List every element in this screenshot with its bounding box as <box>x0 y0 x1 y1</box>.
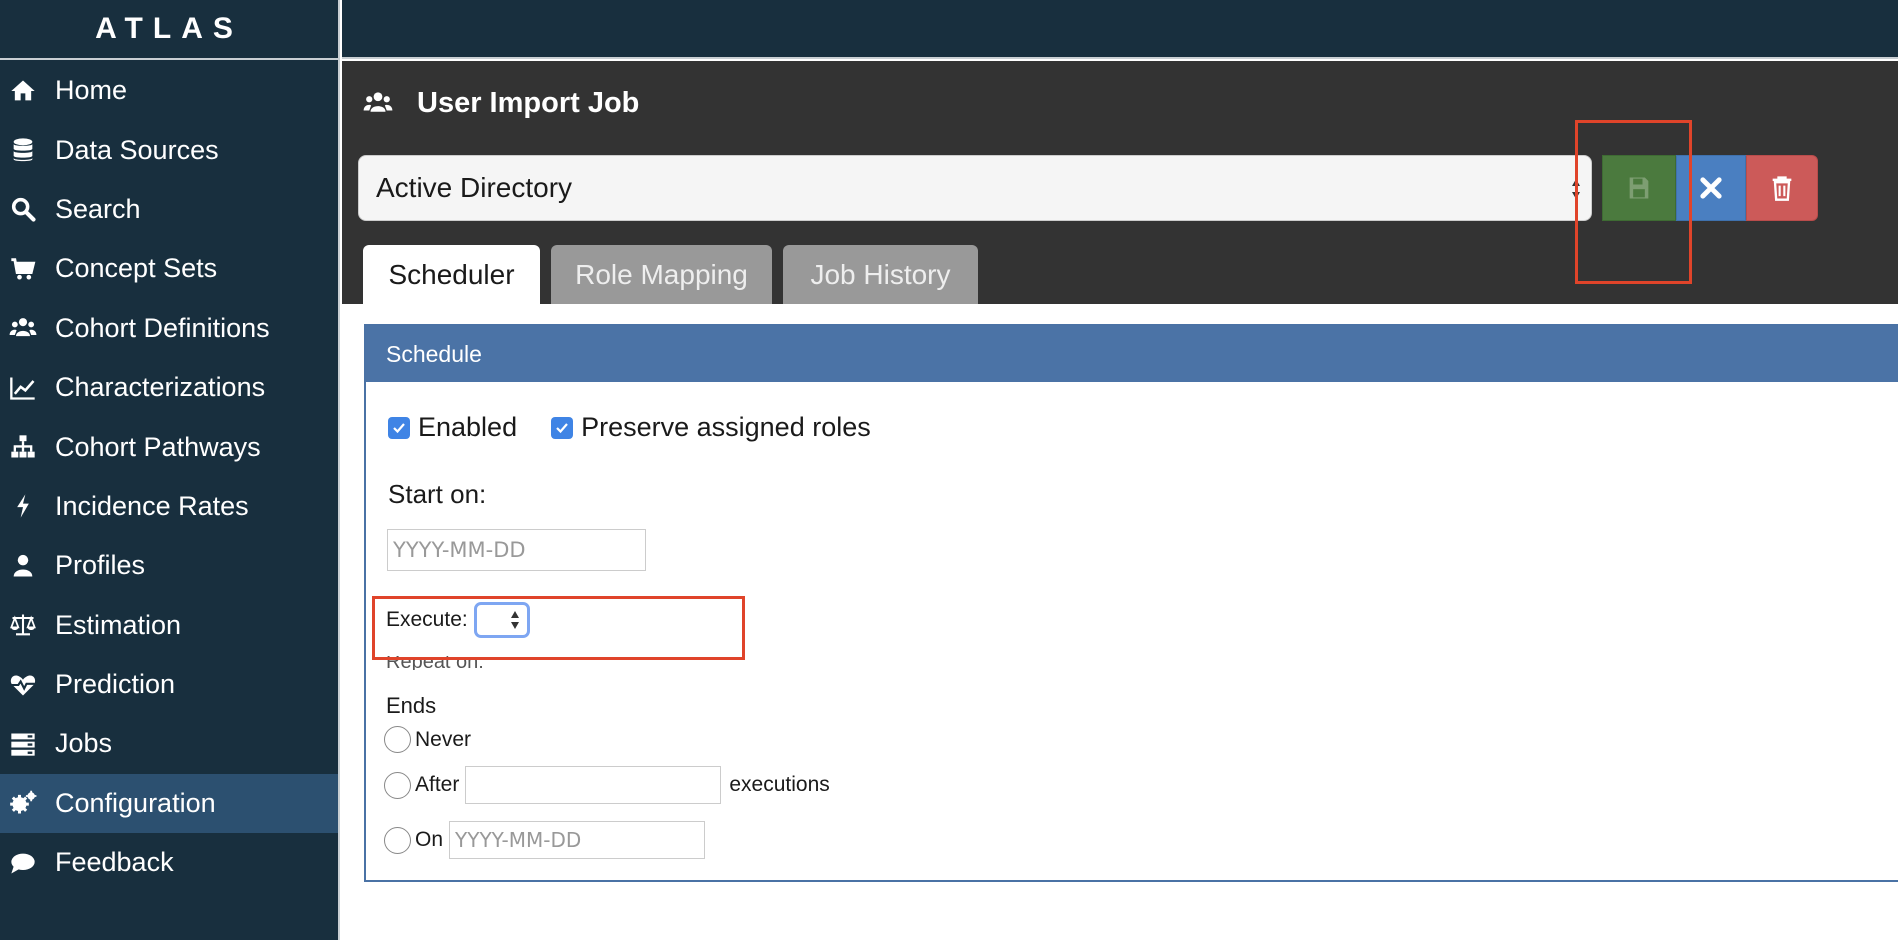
sidebar-item-label: Cohort Pathways <box>55 431 261 462</box>
ends-on-row: On YYYY-MM-DD <box>384 821 706 859</box>
top-bar <box>342 0 1898 59</box>
trash-icon <box>1772 176 1792 201</box>
execute-row: Execute: <box>386 602 530 638</box>
close-icon <box>1700 177 1722 199</box>
ends-label: Ends <box>386 693 437 718</box>
start-date-input[interactable]: YYYY-MM-DD <box>387 529 646 571</box>
execute-frequency-select[interactable] <box>473 602 530 638</box>
sidebar-item-label: Data Sources <box>55 134 219 165</box>
execute-label: Execute: <box>386 608 468 631</box>
sidebar-item-feedback[interactable]: Feedback <box>0 833 338 892</box>
provider-select[interactable]: Active Directory <box>358 155 1592 221</box>
server-icon <box>8 730 38 758</box>
sidebar-item-label: Feedback <box>55 847 174 878</box>
check-icon <box>393 422 405 433</box>
executions-label: executions <box>729 773 830 796</box>
end-date-placeholder: YYYY-MM-DD <box>455 828 582 852</box>
sitemap-icon <box>8 433 38 461</box>
cart-icon <box>8 255 38 283</box>
sidebar-item-data-sources[interactable]: Data Sources <box>0 120 338 179</box>
page-header: User Import Job Active Directory Schedul… <box>342 61 1898 304</box>
sidebar-item-characterizations[interactable]: Characterizations <box>0 358 338 417</box>
sidebar-item-label: Concept Sets <box>55 253 218 284</box>
users-icon <box>363 92 393 112</box>
home-icon <box>8 77 38 105</box>
sidebar: ATLAS Home Data Sources Search Concept S… <box>0 0 340 940</box>
ends-on-label: On <box>415 828 444 851</box>
comment-icon <box>8 849 38 877</box>
sidebar-item-configuration[interactable]: Configuration <box>0 773 338 834</box>
panel-heading: Schedule <box>366 326 1898 382</box>
page-title: User Import Job <box>362 83 639 123</box>
sidebar-item-cohort-pathways[interactable]: Cohort Pathways <box>0 417 338 476</box>
schedule-panel: Schedule Enabled Preserve assigned roles… <box>364 324 1898 882</box>
start-date-placeholder: YYYY-MM-DD <box>393 538 526 562</box>
sidebar-item-label: Jobs <box>55 728 113 759</box>
sidebar-item-label: Cohort Definitions <box>55 312 270 343</box>
sidebar-item-label: Search <box>55 193 141 224</box>
save-button[interactable] <box>1602 155 1676 221</box>
ends-after-row: After executions <box>384 766 830 804</box>
sidebar-nav: Home Data Sources Search Concept Sets Co… <box>0 61 338 892</box>
repeat-on-label: Repeat on: <box>386 656 484 670</box>
end-date-input[interactable]: YYYY-MM-DD <box>449 821 706 859</box>
ends-never-label: Never <box>415 727 472 751</box>
search-icon <box>8 195 38 223</box>
sidebar-item-incidence-rates[interactable]: Incidence Rates <box>0 477 338 536</box>
repeat-on-text: Repeat on: <box>386 656 484 670</box>
start-on-label: Start on: <box>388 479 487 509</box>
ends-after-radio[interactable] <box>384 771 411 799</box>
sidebar-item-concept-sets[interactable]: Concept Sets <box>0 239 338 298</box>
tab-role-mapping[interactable]: Role Mapping <box>551 245 772 304</box>
sidebar-item-label: Characterizations <box>55 372 266 403</box>
delete-button[interactable] <box>1746 155 1818 221</box>
database-icon <box>8 136 38 164</box>
page-title-text: User Import Job <box>417 86 640 119</box>
sidebar-item-jobs[interactable]: Jobs <box>0 714 338 773</box>
sidebar-item-profiles[interactable]: Profiles <box>0 536 338 595</box>
sidebar-item-label: Profiles <box>55 550 146 581</box>
preserve-roles-label: Preserve assigned roles <box>581 412 871 442</box>
user-icon <box>8 552 38 580</box>
sidebar-item-prediction[interactable]: Prediction <box>0 655 338 714</box>
ends-never-row: Never <box>384 726 471 753</box>
sidebar-item-label: Estimation <box>55 609 182 640</box>
atlas-app: ATLAS Home Data Sources Search Concept S… <box>0 0 1898 940</box>
cogs-icon <box>8 789 38 817</box>
tab-job-history[interactable]: Job History <box>783 245 978 304</box>
provider-select-value: Active Directory <box>376 172 573 203</box>
sidebar-item-estimation[interactable]: Estimation <box>0 596 338 655</box>
ends-never-radio[interactable] <box>384 726 411 753</box>
executions-count-input[interactable] <box>465 766 722 804</box>
enabled-checkbox[interactable] <box>388 416 410 439</box>
sidebar-item-label: Configuration <box>55 787 216 818</box>
ends-after-label: After <box>415 773 460 796</box>
check-icon <box>556 422 568 433</box>
bolt-icon <box>8 492 38 520</box>
sidebar-item-search[interactable]: Search <box>0 180 338 239</box>
floppy-disk-icon <box>1629 177 1649 199</box>
line-chart-icon <box>8 374 38 402</box>
sidebar-item-label: Incidence Rates <box>55 490 249 521</box>
tab-scheduler[interactable]: Scheduler <box>363 245 540 304</box>
balance-scale-icon <box>8 611 38 639</box>
enabled-label: Enabled <box>418 412 518 442</box>
sidebar-item-cohort-definitions[interactable]: Cohort Definitions <box>0 299 338 358</box>
sidebar-item-home[interactable]: Home <box>0 61 338 120</box>
ends-on-radio[interactable] <box>384 826 411 854</box>
users-icon <box>8 314 38 342</box>
heartbeat-icon <box>8 671 38 699</box>
preserve-roles-checkbox[interactable] <box>551 416 574 439</box>
sidebar-item-label: Home <box>55 75 128 106</box>
select-arrows-icon <box>510 611 519 629</box>
select-arrows-icon <box>1572 179 1580 199</box>
sidebar-item-label: Prediction <box>55 669 176 700</box>
cancel-button[interactable] <box>1676 155 1746 221</box>
brand-logo[interactable]: ATLAS <box>0 0 338 60</box>
options-row: Enabled Preserve assigned roles <box>388 412 871 443</box>
tab-bar: Scheduler Role Mapping Job History <box>363 245 989 304</box>
